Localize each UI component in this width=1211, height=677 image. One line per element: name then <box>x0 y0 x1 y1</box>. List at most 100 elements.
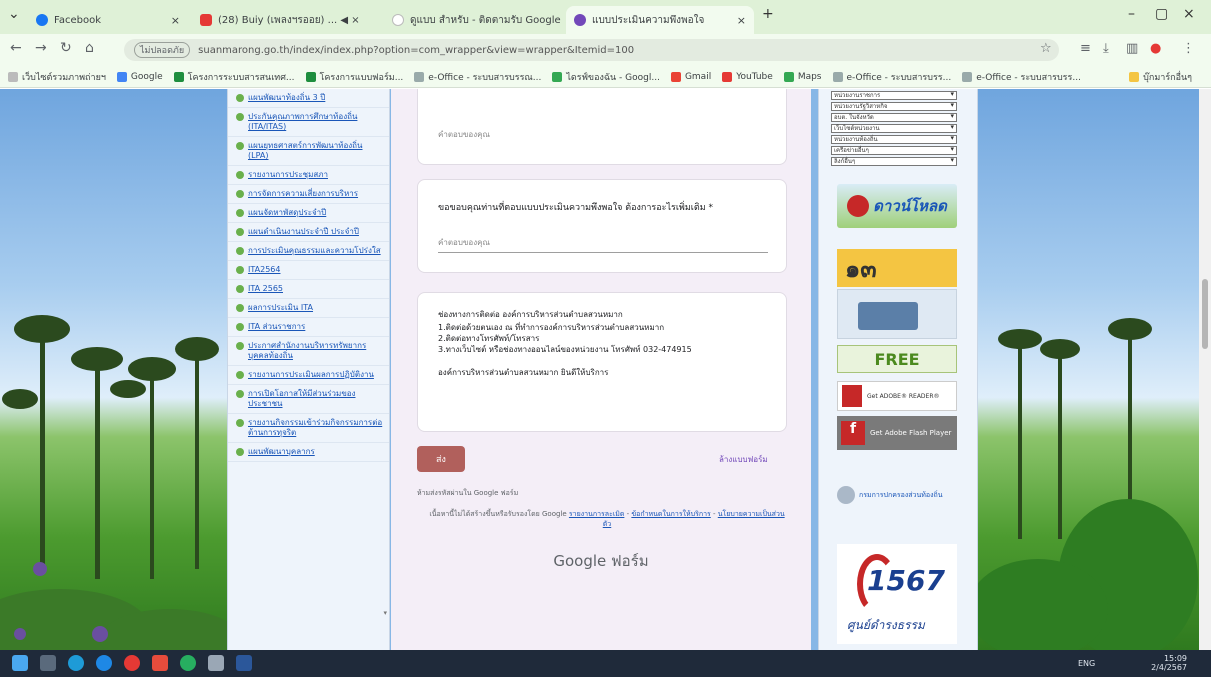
star-icon[interactable]: ☆ <box>1040 41 1052 56</box>
report-abuse-link[interactable]: รายงานการละเมิด <box>569 510 624 518</box>
media-icon[interactable]: ≡ <box>1080 41 1091 56</box>
sidebar-item-label: การจัดการความเสี่ยงการบริหาร <box>248 189 359 198</box>
tab-youtube[interactable]: (28) Buiy (เพลงฯรออย) ... ◀ × <box>192 6 382 34</box>
sidebar-item[interactable]: ITA2564 <box>228 261 389 280</box>
other-bookmarks[interactable]: บุ๊กมาร์กอื่นๆ <box>1129 70 1192 84</box>
menu-icon[interactable]: ⋮ <box>1182 41 1195 56</box>
new-tab-button[interactable]: + <box>762 6 774 22</box>
info-line: 1.ติดต่อด้วยตนเอง ณ ที่ทำการองค์การบริหา… <box>438 323 665 332</box>
sidebar-item[interactable]: การเปิดโอกาสให้มีส่วนร่วมของประชาชน <box>228 385 389 414</box>
bookmark-item[interactable]: e-Office - ระบบสารบรร... <box>962 70 1081 84</box>
bookmark-item[interactable]: Google <box>116 71 163 82</box>
app-icon[interactable] <box>180 655 196 671</box>
sidebar-item[interactable]: ITA ส่วนราชการ <box>228 318 389 337</box>
bullet-icon <box>236 266 244 274</box>
home-icon[interactable]: ⌂ <box>85 40 94 56</box>
scroll-down-icon[interactable]: ▾ <box>383 609 387 617</box>
close-icon[interactable]: × <box>165 14 180 27</box>
sidebar-item-label: แผนพัฒนาบุคลากร <box>248 447 315 456</box>
sidebar-item[interactable]: ITA 2565 <box>228 280 389 299</box>
link-select[interactable]: เครือข่ายอื่นๆ <box>831 146 957 155</box>
edge-icon[interactable] <box>68 655 84 671</box>
banner-13[interactable]: ๑๓ <box>837 249 957 287</box>
free-banner[interactable]: FREE <box>837 345 957 373</box>
sidebar-item[interactable]: รายงานกิจกรรมเข้าร่วมกิจกรรมการต่อต้านกา… <box>228 414 389 443</box>
tab-google-results[interactable]: ดูแบบ สำหรับ - ติดตามรับ Google × <box>384 6 564 34</box>
sidebar-item[interactable]: รายงานการประชุมสภา <box>228 166 389 185</box>
tab-search-icon[interactable]: ⌄ <box>8 6 20 22</box>
bookmark-item[interactable]: โครงการแบบฟอร์ม... <box>305 70 403 84</box>
adobe-reader-label: Get ADOBE® READER® <box>867 392 940 400</box>
answer-input[interactable]: คำตอบของคุณ <box>438 236 768 253</box>
address-bar[interactable]: ไม่ปลอดภัย suanmarong.go.th/index/index.… <box>124 39 1059 61</box>
link-select[interactable]: ลิงก์อื่นๆ <box>831 157 957 166</box>
adobe-reader-banner[interactable]: Get ADOBE® READER® <box>837 381 957 411</box>
bookmark-item[interactable]: YouTube <box>722 71 773 82</box>
sidebar-item[interactable]: แผนพัฒนาท้องถิ่น 3 ปี <box>228 89 389 108</box>
submit-button[interactable]: ส่ง <box>417 446 465 472</box>
download-banner[interactable]: ดาวน์โหลด <box>837 184 957 228</box>
sidebar-item[interactable]: ผลการประเมิน ITA <box>228 299 389 318</box>
sidebar-item[interactable]: ประกันคุณภาพการศึกษาท้องถิ่น (ITA/ITAS) <box>228 108 389 137</box>
google-icon <box>116 71 127 82</box>
chrome-icon[interactable] <box>124 655 140 671</box>
link-select[interactable]: เว็บไซต์หน่วยงาน <box>831 124 957 133</box>
maximize-icon[interactable]: ▢ <box>1155 6 1168 22</box>
app-icon[interactable] <box>152 655 168 671</box>
bookmark-item[interactable]: ไดรฟ์ของฉัน - Googl... <box>552 70 660 84</box>
computer-banner[interactable] <box>837 289 957 339</box>
download-icon[interactable]: ⤓ <box>1103 41 1109 56</box>
link-select[interactable]: หน่วยงานราชการ <box>831 91 957 100</box>
word-icon[interactable] <box>236 655 252 671</box>
forward-icon[interactable]: → <box>35 40 47 56</box>
bullet-icon <box>236 142 244 150</box>
bookmark-item[interactable]: โครงการระบบสารสนเทศ... <box>173 70 295 84</box>
close-icon[interactable]: × <box>561 14 564 27</box>
page-scrollbar[interactable] <box>1199 89 1211 650</box>
previous-answer-text[interactable]: คำตอบของคุณ <box>438 128 598 144</box>
sidebar-item[interactable]: รายงานการประเมินผลการปฏิบัติงาน <box>228 366 389 385</box>
agency-link[interactable]: กรมการปกครองส่วนท้องถิ่น <box>837 479 957 511</box>
sidepanel-icon[interactable]: ▥ <box>1126 41 1138 56</box>
bookmark-item[interactable]: เว็บไซต์รวมภาพถ่ายฯ <box>8 70 106 84</box>
back-icon[interactable]: ← <box>10 40 22 56</box>
close-window-icon[interactable]: × <box>1183 6 1195 22</box>
task-view-icon[interactable] <box>40 655 56 671</box>
scrollbar-thumb[interactable] <box>1202 279 1208 349</box>
sidebar-item[interactable]: แผนยุทธศาสตร์การพัฒนาท้องถิ่น (LPA) <box>228 137 389 166</box>
close-icon[interactable]: × <box>731 14 746 27</box>
sidebar-item[interactable]: แผนจัดหาพัสดุประจำปี <box>228 204 389 223</box>
sidebar-item[interactable]: การจัดการความเสี่ยงการบริหาร <box>228 185 389 204</box>
input-language[interactable]: ENG <box>1078 659 1095 668</box>
bookmark-item[interactable]: e-Office - ระบบสารบรร... <box>832 70 951 84</box>
sidebar-item[interactable]: การประเมินคุณธรรมและความโปร่งใส <box>228 242 389 261</box>
link-select[interactable]: หน่วยงานรัฐวิสาหกิจ <box>831 102 957 111</box>
profile-icon[interactable]: ● <box>1150 41 1161 56</box>
hotline-1567-banner[interactable]: 1567 ศูนย์ดำรงธรรม <box>837 544 957 644</box>
eoffice-icon <box>414 71 425 82</box>
start-icon[interactable] <box>12 655 28 671</box>
not-secure-badge[interactable]: ไม่ปลอดภัย <box>134 42 191 58</box>
sidebar-item[interactable]: ประกาศสำนักงานบริหารทรัพยากรบุคคลท้องถิ่… <box>228 337 389 366</box>
tab-active-form[interactable]: แบบประเมินความพึงพอใจ × <box>566 6 754 34</box>
minimize-icon[interactable]: – <box>1128 6 1135 22</box>
terms-link[interactable]: ข้อกำหนดในการให้บริการ <box>631 510 710 518</box>
left-navigation-menu: แผนพัฒนาท้องถิ่น 3 ปี ประกันคุณภาพการศึกษ… <box>227 89 390 650</box>
reload-icon[interactable]: ↻ <box>60 40 72 56</box>
link-select[interactable]: อบต. ในจังหวัด <box>831 113 957 122</box>
link-select[interactable]: หน่วยงานท้องถิ่น <box>831 135 957 144</box>
bookmark-item[interactable]: Gmail <box>670 71 711 82</box>
google-forms-logo: Google ฟอร์ม <box>553 552 649 570</box>
clear-form-button[interactable]: ล้างแบบฟอร์ม <box>719 453 768 466</box>
sidebar-item[interactable]: แผนพัฒนาบุคลากร <box>228 443 389 462</box>
system-clock[interactable]: 15:09 2/4/2567 <box>1151 654 1187 672</box>
calculator-icon[interactable] <box>208 655 224 671</box>
ie-icon[interactable] <box>96 655 112 671</box>
bookmark-item[interactable]: e-Office - ระบบสารบรรณ... <box>414 70 541 84</box>
sidebar-item[interactable]: แผนดำเนินงานประจำปี ประจำปี <box>228 223 389 242</box>
flash-player-banner[interactable]: f Get Adobe Flash Player <box>837 416 957 450</box>
url-text[interactable]: suanmarong.go.th/index/index.php?option=… <box>198 45 634 56</box>
info-line: องค์การบริหารส่วนตำบลสวนหมาก ยินดีให้บริ… <box>438 368 609 377</box>
bookmark-item[interactable]: Maps <box>783 71 822 82</box>
tab-facebook[interactable]: Facebook × <box>28 6 188 34</box>
